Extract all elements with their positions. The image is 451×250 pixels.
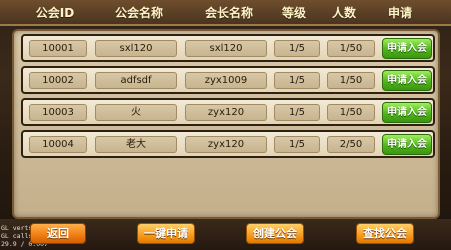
guild-members: 2/50 — [327, 136, 375, 153]
search-guild-button[interactable]: 查找公会 — [356, 223, 414, 244]
guild-row: 10004 老大 zyx120 1/5 2/50 申请入会 — [21, 130, 435, 158]
guild-id: 10004 — [29, 136, 87, 153]
create-guild-button[interactable]: 创建公会 — [246, 223, 304, 244]
guild-leader: sxl120 — [185, 40, 267, 57]
apply-join-button[interactable]: 申请入会 — [382, 102, 432, 123]
header-guild-name: 公会名称 — [114, 6, 163, 20]
guild-level: 1/5 — [274, 136, 320, 153]
guild-list: 10001 sxl120 sxl120 1/5 1/50 申请入会 10002 … — [12, 29, 440, 219]
guild-row: 10003 火 zyx120 1/5 1/50 申请入会 — [21, 98, 435, 126]
guild-id: 10002 — [29, 72, 87, 89]
back-button[interactable]: 返回 — [30, 223, 86, 244]
guild-level: 1/5 — [274, 72, 320, 89]
guild-members: 1/50 — [327, 40, 375, 57]
guild-row: 10002 adfsdf zyx1009 1/5 1/50 申请入会 — [21, 66, 435, 94]
header-apply: 申请 — [387, 6, 412, 20]
guild-name: 老大 — [95, 136, 177, 153]
apply-join-button[interactable]: 申请入会 — [382, 38, 432, 59]
apply-join-button[interactable]: 申请入会 — [382, 134, 432, 155]
apply-join-button[interactable]: 申请入会 — [382, 70, 432, 91]
guild-members: 1/50 — [327, 104, 375, 121]
guild-leader: zyx1009 — [185, 72, 267, 89]
guild-name: adfsdf — [95, 72, 177, 89]
guild-level: 1/5 — [274, 40, 320, 57]
guild-name: sxl120 — [95, 40, 177, 57]
guild-leader: zyx120 — [185, 104, 267, 121]
guild-leader: zyx120 — [185, 136, 267, 153]
guild-name: 火 — [95, 104, 177, 121]
quick-apply-button[interactable]: 一键申请 — [137, 223, 195, 244]
header-guild-id: 公会ID — [35, 6, 75, 20]
guild-row: 10001 sxl120 sxl120 1/5 1/50 申请入会 — [21, 34, 435, 62]
header-level: 等级 — [281, 6, 306, 20]
guild-members: 1/50 — [327, 72, 375, 89]
guild-level: 1/5 — [274, 104, 320, 121]
header-leader-name: 会长名称 — [204, 6, 253, 20]
guild-id: 10001 — [29, 40, 87, 57]
guild-id: 10003 — [29, 104, 87, 121]
header-members: 人数 — [331, 6, 356, 20]
